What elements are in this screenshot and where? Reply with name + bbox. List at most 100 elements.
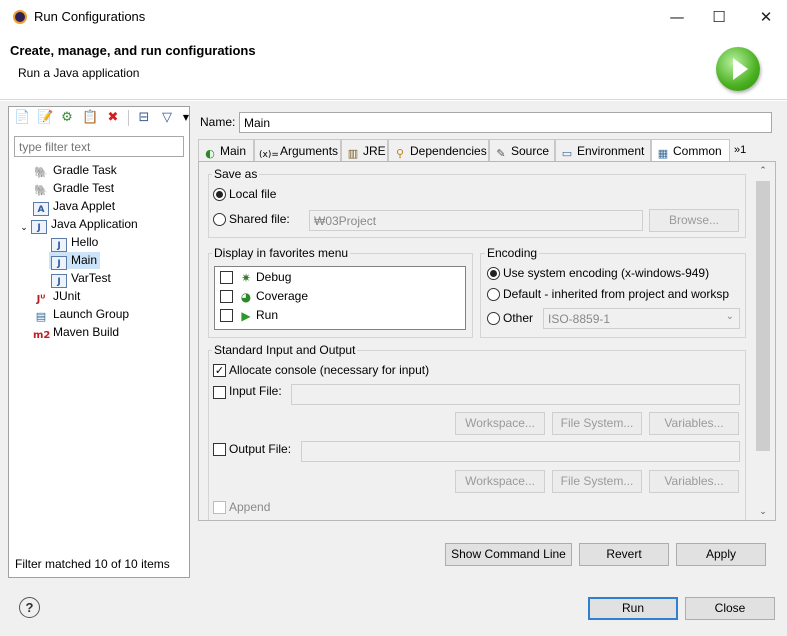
environment-icon: ▭ <box>561 147 573 160</box>
gradle-elephant-icon: 🐘 <box>34 166 48 179</box>
java-class-icon: J <box>51 274 67 288</box>
chevron-down-icon[interactable]: ⌄ <box>19 221 29 235</box>
dialog-title: Create, manage, and run configurations <box>10 43 256 58</box>
other-encoding-label: Other <box>503 311 534 325</box>
export-config-icon[interactable]: ⚙ <box>59 110 75 126</box>
main-tab-icon: ◐ <box>205 147 215 160</box>
scroll-up-icon[interactable]: ⌃ <box>756 164 770 178</box>
output-variables-button[interactable]: Variables... <box>649 470 739 493</box>
minimize-button[interactable]: — <box>662 6 692 28</box>
system-encoding-radio[interactable] <box>487 267 500 280</box>
run-favorite-label: Run <box>256 308 279 322</box>
debug-bug-icon: ✷ <box>240 271 252 285</box>
output-file-checkbox[interactable] <box>213 443 226 456</box>
tab-dependencies[interactable]: ⚲ Dependencies <box>388 139 489 161</box>
filter-input[interactable] <box>14 136 184 157</box>
java-applet-icon: A <box>33 202 49 216</box>
input-workspace-button[interactable]: Workspace... <box>455 412 545 435</box>
tree-item-vartest[interactable]: J VarTest <box>51 270 111 288</box>
scroll-down-icon[interactable]: ⌄ <box>756 505 770 519</box>
save-as-title: Save as <box>212 167 260 181</box>
tree-item-main[interactable]: J Main <box>49 252 101 270</box>
tree-item-launch-group[interactable]: ▤ Launch Group <box>33 306 129 323</box>
maximize-button[interactable]: ☐ <box>704 6 734 28</box>
tab-source[interactable]: ✎ Source <box>489 139 555 161</box>
jre-icon: ▥ <box>347 147 359 160</box>
close-window-button[interactable]: ✕ <box>751 6 781 28</box>
run-button[interactable]: Run <box>588 597 678 620</box>
shared-file-radio[interactable] <box>213 213 226 226</box>
maven-icon: m2 <box>33 330 51 341</box>
default-encoding-radio[interactable] <box>487 288 500 301</box>
duplicate-config-icon[interactable]: 📋 <box>82 110 98 126</box>
help-icon[interactable]: ? <box>19 597 40 618</box>
input-file-field[interactable] <box>291 384 740 405</box>
tab-environment[interactable]: ▭ Environment <box>555 139 651 161</box>
tree-item-junit[interactable]: Jᵁ JUnit <box>33 288 81 305</box>
input-variables-button[interactable]: Variables... <box>649 412 739 435</box>
source-icon: ✎ <box>496 147 506 160</box>
revert-button[interactable]: Revert <box>579 543 669 566</box>
shared-file-field[interactable]: ₩03Project <box>309 210 643 231</box>
tree-item-gradle-test[interactable]: 🐘 Gradle Test <box>33 180 114 197</box>
new-config-icon[interactable]: 📄 <box>14 110 30 126</box>
debug-favorite-label: Debug <box>256 270 292 284</box>
run-favorite-checkbox[interactable] <box>220 309 233 322</box>
new-prototype-icon[interactable]: 📝 <box>37 110 53 126</box>
tab-overflow[interactable]: »1 <box>730 139 756 161</box>
java-application-icon: J <box>31 220 47 234</box>
view-menu-chevron-icon[interactable]: ▼ <box>178 110 194 126</box>
filter-status: Filter matched 10 of 10 items <box>15 557 170 571</box>
name-label: Name: <box>200 115 236 129</box>
show-command-line-button[interactable]: Show Command Line <box>445 543 572 566</box>
filter-icon[interactable]: ▽ <box>159 110 175 126</box>
close-button[interactable]: Close <box>685 597 775 620</box>
window-title: Run Configurations <box>34 9 146 24</box>
favorites-title: Display in favorites menu <box>212 246 351 260</box>
input-file-system-button[interactable]: File System... <box>552 412 642 435</box>
java-class-icon: J <box>51 238 67 252</box>
apply-button[interactable]: Apply <box>676 543 766 566</box>
tree-item-hello[interactable]: J Hello <box>51 234 98 252</box>
name-input[interactable]: Main <box>239 112 772 133</box>
toolbar-separator <box>128 110 129 126</box>
output-file-system-button[interactable]: File System... <box>552 470 642 493</box>
run-icon: ▶ <box>241 309 251 323</box>
collapse-all-icon[interactable]: ⊟ <box>136 110 152 126</box>
eclipse-logo-icon <box>13 10 27 24</box>
input-file-label: Input File: <box>229 384 282 398</box>
coverage-favorite-checkbox[interactable] <box>220 290 233 303</box>
delete-config-icon[interactable]: ✖ <box>105 110 121 126</box>
tree-item-maven-build[interactable]: m2 Maven Build <box>33 324 119 341</box>
append-checkbox[interactable] <box>213 501 226 514</box>
output-file-label: Output File: <box>229 442 292 456</box>
debug-favorite-checkbox[interactable] <box>220 271 233 284</box>
tree-item-java-applet[interactable]: A Java Applet <box>33 198 115 216</box>
stdio-title: Standard Input and Output <box>212 343 358 357</box>
gradle-elephant-icon: 🐘 <box>34 184 48 197</box>
tab-main[interactable]: ◐ Main <box>198 139 254 161</box>
common-icon: ▦ <box>657 147 669 160</box>
other-encoding-select[interactable]: ISO-8859-1 ⌄ <box>543 308 740 329</box>
scrollbar-thumb[interactable] <box>756 181 770 451</box>
allocate-console-checkbox[interactable]: ✓ <box>213 364 226 377</box>
tree-item-gradle-task[interactable]: 🐘 Gradle Task <box>33 162 117 179</box>
input-file-checkbox[interactable] <box>213 386 226 399</box>
browse-button[interactable]: Browse... <box>649 209 739 232</box>
arguments-icon: (x)= <box>259 150 279 160</box>
other-encoding-radio[interactable] <box>487 312 500 325</box>
output-workspace-button[interactable]: Workspace... <box>455 470 545 493</box>
tab-common[interactable]: ▦ Common <box>651 139 730 162</box>
local-file-radio[interactable] <box>213 188 226 201</box>
tree-item-java-application[interactable]: ⌄ J Java Application <box>19 216 138 235</box>
system-encoding-label: Use system encoding (x-windows-949) <box>503 266 710 280</box>
encoding-title: Encoding <box>485 246 540 260</box>
java-class-icon: J <box>51 256 67 270</box>
chevron-down-icon: ⌄ <box>725 311 734 322</box>
tab-arguments[interactable]: (x)=Arguments <box>254 139 341 161</box>
dialog-subtitle: Run a Java application <box>18 66 140 80</box>
tab-jre[interactable]: ▥ JRE <box>341 139 388 161</box>
dependencies-icon: ⚲ <box>395 147 405 160</box>
output-file-field[interactable] <box>301 441 740 462</box>
allocate-console-label: Allocate console (necessary for input) <box>229 363 430 377</box>
